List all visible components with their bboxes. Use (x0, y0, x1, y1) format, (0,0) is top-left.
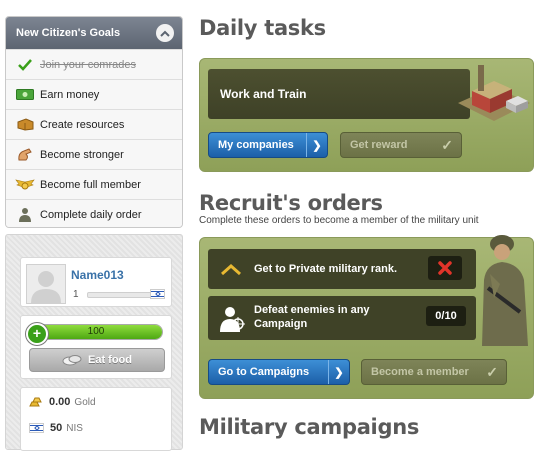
recruit-orders-subtitle: Complete these orders to become a member… (199, 215, 479, 226)
daily-tasks-title: Daily tasks (199, 16, 326, 40)
goal-label: Join your comrades (40, 58, 136, 71)
nis-row: 50 NIS (29, 420, 83, 436)
go-to-campaigns-button[interactable]: Go to Campaigns ❯ (208, 359, 350, 385)
health-plus-icon[interactable]: + (26, 323, 48, 345)
goal-item-become-stronger[interactable]: Become stronger (6, 139, 182, 169)
order-row-rank: Get to Private military rank. (208, 249, 476, 289)
order-label: Defeat enemies in any Campaign (254, 304, 370, 330)
health-bar: 100 (29, 324, 163, 340)
get-reward-label: Get reward (350, 139, 408, 151)
level-value: 1 (73, 289, 79, 300)
money-bill-icon (14, 87, 36, 103)
avatar[interactable] (26, 264, 66, 304)
target-soldier-icon (220, 307, 245, 332)
factory-illustration-icon (458, 65, 530, 121)
recruit-orders-title: Recruit's orders (199, 191, 383, 215)
go-to-campaigns-label: Go to Campaigns (218, 366, 310, 378)
become-member-button[interactable]: Become a member ✓ (361, 359, 507, 385)
collapse-chevron-icon[interactable] (156, 24, 174, 42)
order-label: Get to Private military rank. (254, 263, 398, 275)
chevron-right-icon: ❯ (328, 360, 349, 384)
goal-item-create-resources[interactable]: Create resources (6, 109, 182, 139)
goal-label: Earn money (40, 88, 100, 101)
recruit-orders-panel: Get to Private military rank. Defeat ene… (199, 235, 534, 399)
wings-badge-icon (14, 177, 36, 193)
soldier-icon (14, 207, 36, 223)
soldier-illustration-icon (482, 235, 528, 346)
daily-task-label: Work and Train (220, 87, 307, 101)
eat-food-button[interactable]: Eat food (29, 348, 165, 372)
checkmark-icon (14, 57, 36, 73)
goal-label: Create resources (40, 118, 125, 131)
order-status-box (428, 256, 462, 280)
military-campaigns-title: Military campaigns (199, 415, 420, 439)
goal-item-daily-order[interactable]: Complete daily order (6, 199, 182, 227)
goal-label: Become full member (40, 178, 141, 191)
crate-icon (14, 117, 36, 133)
citizen-status-panel: Name013 1 100 Eat food + 0.00 Gold 50 NI… (5, 234, 183, 451)
bread-icon (62, 355, 82, 366)
nis-label: NIS (66, 422, 83, 434)
daily-tasks-panel: Work and Train My companies ❯ Get reward… (199, 58, 534, 172)
order-row-defeat-enemies: Defeat enemies in any Campaign 0/10 (208, 296, 476, 340)
gold-bars-icon (29, 397, 42, 407)
my-companies-button[interactable]: My companies ❯ (208, 132, 328, 158)
username-link[interactable]: Name013 (71, 268, 124, 282)
private-rank-chevron-icon (221, 263, 241, 276)
citizen-goals-panel: New Citizen's Goals Join your comrades E… (5, 16, 183, 228)
get-reward-button[interactable]: Get reward ✓ (340, 132, 462, 158)
goal-item-earn-money[interactable]: Earn money (6, 79, 182, 109)
goal-label: Become stronger (40, 148, 124, 161)
gold-row: 0.00 Gold (29, 394, 96, 410)
profile-card: Name013 1 (20, 257, 172, 307)
goal-label: Complete daily order (40, 208, 142, 221)
experience-bar (87, 292, 157, 298)
checkmark-icon: ✓ (486, 364, 498, 380)
health-value: 100 (87, 326, 105, 337)
israel-flag-icon (150, 289, 165, 299)
wallet-card: 0.00 Gold 50 NIS (20, 387, 172, 451)
close-x-icon (438, 261, 452, 275)
goals-title: New Citizen's Goals (16, 27, 121, 39)
order-progress-value: 0/10 (426, 306, 466, 326)
chevron-right-icon: ❯ (306, 133, 327, 157)
goal-item-full-member[interactable]: Become full member (6, 169, 182, 199)
goal-item-join-comrades[interactable]: Join your comrades (6, 49, 182, 79)
nis-amount: 50 (50, 422, 63, 434)
gold-amount: 0.00 (49, 396, 71, 408)
gold-label: Gold (74, 396, 96, 408)
strength-icon (14, 147, 36, 163)
daily-task-row: Work and Train (208, 69, 470, 119)
checkmark-icon: ✓ (441, 137, 453, 153)
eat-food-label: Eat food (88, 354, 132, 366)
my-companies-label: My companies (218, 139, 294, 151)
goals-header[interactable]: New Citizen's Goals (6, 17, 182, 49)
israel-flag-icon (29, 423, 44, 433)
become-member-label: Become a member (371, 366, 469, 378)
